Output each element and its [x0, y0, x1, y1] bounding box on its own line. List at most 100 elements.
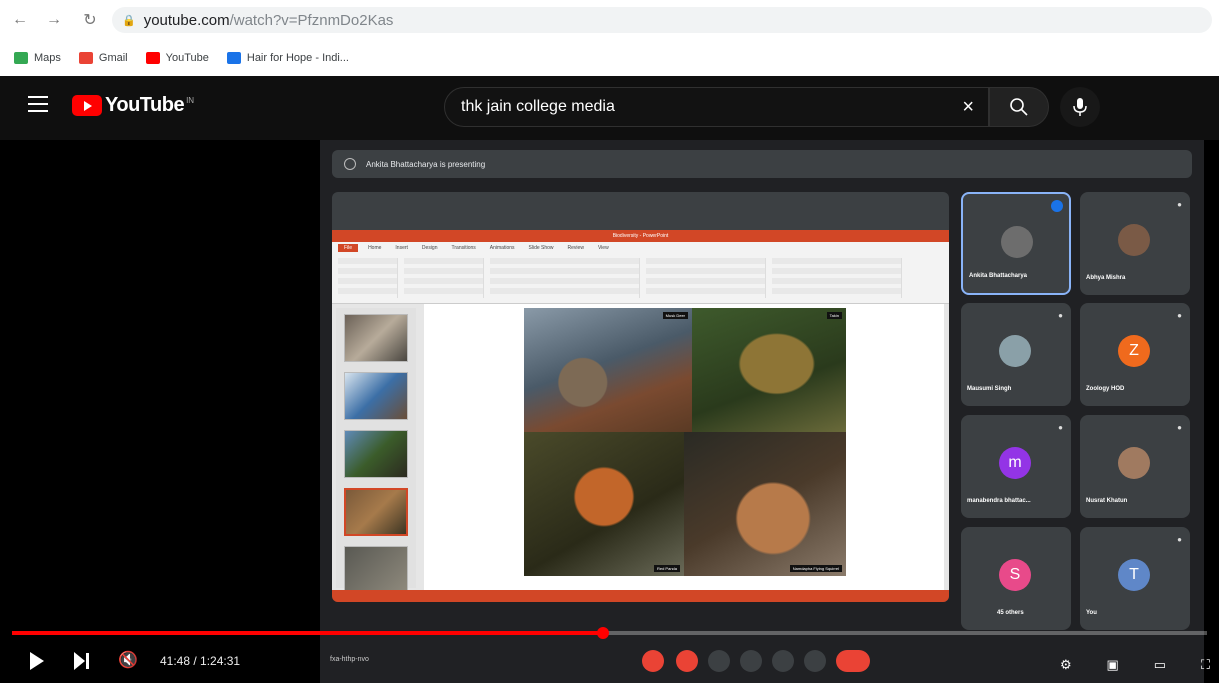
ppt-tab: Home [368, 245, 382, 251]
microphone-icon [1073, 98, 1087, 116]
bookmark-favicon-icon [145, 52, 160, 64]
bookmarks-bar: Maps Gmail YouTube Hair for Hope - Indi... [0, 40, 1219, 76]
bookmark-item[interactable]: YouTube [145, 52, 209, 64]
reload-icon[interactable]: ↻ [78, 8, 102, 32]
bookmark-label: Maps [34, 52, 61, 64]
participant-avatar: T [1118, 559, 1150, 591]
presenter-icon [344, 158, 356, 170]
participant-name: Ankita Bhattacharya [969, 273, 1028, 279]
video-player[interactable]: Ankita Bhattacharya is presenting Biodiv… [0, 140, 1219, 683]
forward-icon[interactable]: → [42, 8, 66, 32]
musk-deer-photo: Musk Deer [524, 308, 692, 432]
participant-tile[interactable]: ● Abhya Mishra [1080, 192, 1190, 295]
progress-scrubber[interactable] [596, 627, 609, 639]
settings-icon[interactable]: ⚙ [1060, 657, 1072, 673]
time-display: 41:48 / 1:24:31 [160, 654, 241, 668]
ppt-status-bar [332, 590, 949, 602]
participant-avatar [1118, 447, 1150, 479]
search-input[interactable]: thk jain college media × [444, 87, 989, 127]
bookmark-item[interactable]: Hair for Hope - Indi... [226, 52, 349, 64]
youtube-logo-text: YouTube [105, 94, 185, 116]
miniplayer-icon[interactable]: ▣ [1107, 657, 1119, 673]
mic-off-icon: ● [1177, 535, 1182, 544]
youtube-header: YouTube IN thk jain college media × [0, 76, 1219, 140]
ppt-title-bar: Biodiversity - PowerPoint [332, 230, 949, 242]
captions-button [708, 650, 730, 672]
address-bar[interactable]: 🔒 youtube.com/watch?v=PfznmDo2Kas [112, 7, 1212, 33]
ppt-tabs: File Home Insert Design Transitions Animation… [332, 242, 949, 254]
bookmark-favicon-icon [14, 52, 28, 64]
meet-recording: Ankita Bhattacharya is presenting Biodiv… [320, 140, 1204, 640]
end-call-button [836, 650, 870, 672]
ppt-tab: View [597, 245, 609, 251]
raise-hand-button [740, 650, 762, 672]
slide-thumbnail-active [344, 488, 408, 536]
photo-label: Namdapha Flying Squirrel [789, 565, 842, 572]
participant-name: Nusrat Khatun [1086, 498, 1128, 504]
lock-icon: 🔒 [122, 14, 136, 27]
bookmark-favicon-icon [226, 52, 241, 64]
participant-name: Abhya Mishra [1086, 275, 1126, 281]
photo-label: Takin [826, 312, 842, 319]
mic-off-button [642, 650, 664, 672]
participant-avatar [999, 335, 1031, 367]
mic-off-icon: ● [1177, 423, 1182, 432]
participant-name: 45 others [997, 610, 1024, 616]
slide-thumbnail [344, 546, 408, 594]
back-icon[interactable]: ← [8, 8, 32, 32]
slide-thumbnail [344, 314, 408, 362]
bookmark-label: Gmail [98, 52, 128, 64]
participant-tile[interactable]: ● Nusrat Khatun [1080, 415, 1190, 518]
menu-icon[interactable] [28, 96, 48, 112]
participant-avatar: Z [1118, 335, 1150, 367]
ribbon-group [490, 258, 640, 298]
theater-mode-icon[interactable]: ▭ [1154, 657, 1166, 673]
presenting-banner: Ankita Bhattacharya is presenting [332, 150, 1192, 178]
ppt-ribbon: File Home Insert Design Transitions Animation… [332, 242, 949, 304]
ribbon-group [772, 258, 902, 298]
ribbon-groups [332, 254, 949, 302]
browser-toolbar: ← → ↻ 🔒 youtube.com/watch?v=PfznmDo2Kas [0, 0, 1219, 40]
participant-name: Zoology HOD [1086, 386, 1125, 392]
participant-tile[interactable]: ● Z Zoology HOD [1080, 303, 1190, 406]
participant-tile-others[interactable]: S 45 others [961, 527, 1071, 630]
bookmark-item[interactable]: Gmail [78, 52, 128, 64]
participant-avatar [1118, 224, 1150, 256]
participant-name: Mausumi Singh [967, 386, 1012, 392]
bookmark-label: Hair for Hope - Indi... [246, 52, 349, 64]
participant-avatar: S [999, 559, 1031, 591]
progress-played [12, 631, 603, 635]
present-button [772, 650, 794, 672]
play-icon[interactable] [30, 652, 44, 670]
search-value: thk jain college media [461, 98, 615, 115]
progress-bar[interactable] [12, 631, 1207, 635]
slide-thumbnail [344, 430, 408, 478]
slide-thumbnail [344, 372, 408, 420]
mic-off-icon: ● [1177, 311, 1182, 320]
ppt-tab: Animations [489, 245, 515, 251]
country-code: IN [186, 96, 195, 105]
ppt-tab: Insert [395, 245, 408, 251]
voice-search-button[interactable] [1060, 87, 1100, 127]
participant-tile[interactable]: ● Mausumi Singh [961, 303, 1071, 406]
more-options-button [804, 650, 826, 672]
participant-tile[interactable]: Ankita Bhattacharya [961, 192, 1071, 295]
participant-tile-self[interactable]: ● T You [1080, 527, 1190, 630]
mic-off-icon: ● [1058, 423, 1063, 432]
youtube-logo[interactable]: YouTube IN [72, 94, 194, 117]
fullscreen-icon[interactable]: ⛶ [1201, 657, 1210, 673]
player-controls-left: 🔇 41:48 / 1:24:31 [0, 642, 320, 682]
ppt-tab: Design [421, 245, 438, 251]
next-icon[interactable] [74, 652, 92, 670]
bookmark-item[interactable]: Maps [14, 52, 61, 64]
search-button[interactable] [989, 87, 1049, 127]
participant-tile[interactable]: ● m manabendra bhattac... [961, 415, 1071, 518]
ppt-body: Musk Deer Takin Red Panda Namdapha Flyin… [332, 304, 949, 594]
url-path: /watch?v=PfznmDo2Kas [229, 11, 394, 29]
youtube-play-icon [72, 95, 102, 116]
search-icon [1010, 98, 1028, 116]
mute-icon[interactable]: 🔇 [118, 650, 138, 670]
bookmark-favicon-icon [78, 52, 93, 64]
clear-search-icon[interactable]: × [962, 96, 974, 119]
photo-label: Musk Deer [662, 312, 688, 319]
